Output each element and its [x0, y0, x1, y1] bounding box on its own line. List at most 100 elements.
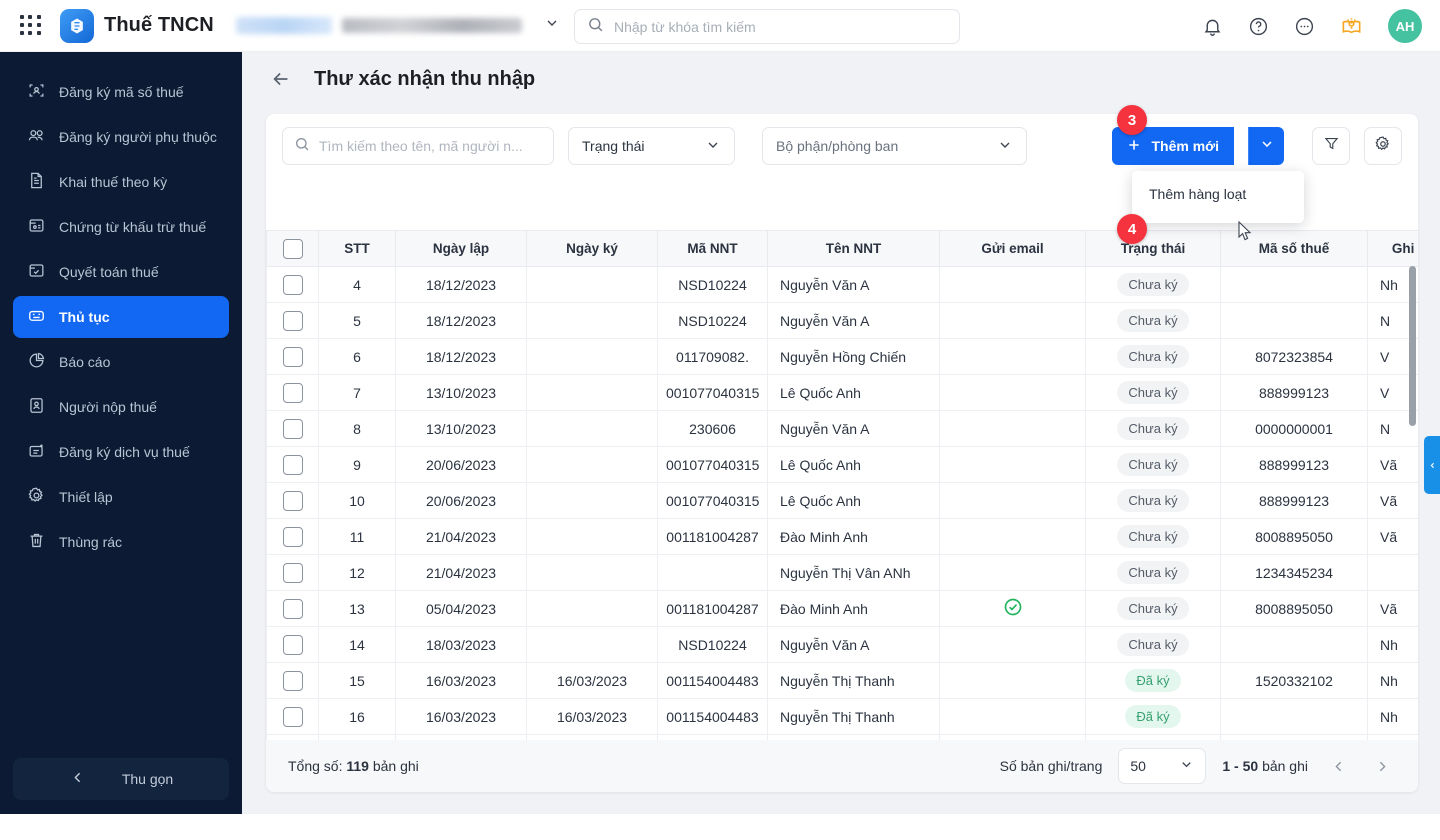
col-stt[interactable]: STT: [318, 230, 396, 267]
col-ngay-lap[interactable]: Ngày lập: [395, 230, 527, 267]
cell-ghi-chu-value: Vã: [1380, 492, 1398, 509]
row-checkbox[interactable]: [282, 490, 303, 511]
brand[interactable]: Thuế TNCN: [60, 8, 214, 43]
next-page-button[interactable]: [1368, 752, 1396, 780]
help-icon[interactable]: [1248, 16, 1269, 37]
sidebar-item-quyet-toan-thue[interactable]: Quyết toán thuế: [13, 251, 229, 293]
col-ghi-chu[interactable]: Ghi chú: [1367, 230, 1418, 267]
row-checkbox[interactable]: [282, 382, 303, 403]
cell-stt: 4: [318, 266, 396, 303]
grid-apps-icon[interactable]: [20, 14, 42, 37]
status-filter-select[interactable]: Trạng thái: [568, 127, 735, 165]
cell-ten-nnt-value: Lê Quốc Anh: [780, 492, 861, 509]
sidebar-item-nguoi-nop-thue[interactable]: Người nộp thuế: [13, 386, 229, 428]
row-checkbox[interactable]: [282, 346, 303, 367]
table-row[interactable]: 4 18/12/2023 NSD10224 Nguyễn Văn A Chưa ký Nh: [266, 266, 1418, 303]
status-badge: Chưa ký: [1117, 345, 1189, 368]
table-row[interactable]: 15 16/03/2023 16/03/2023 001154004483 Nguyễn…: [266, 662, 1418, 699]
filter-icon: [1323, 135, 1340, 157]
table-row[interactable]: 14 18/03/2023 NSD10224 Nguyễn Văn A Chưa ký N…: [266, 626, 1418, 663]
table-row[interactable]: 11 21/04/2023 001181004287 Đào Minh Anh Chưa…: [266, 518, 1418, 555]
cell-ngay-lap: 13/10/2023: [395, 410, 527, 447]
organization-selector[interactable]: [235, 15, 560, 36]
cell-ghi-chu-value: Nh: [1380, 276, 1398, 293]
table-row[interactable]: 5 18/12/2023 NSD10224 Nguyễn Văn A Chưa ký N: [266, 302, 1418, 339]
table-row[interactable]: 10 20/06/2023 001077040315 Lê Quốc Anh Chưa …: [266, 482, 1418, 519]
col-ma-nnt[interactable]: Mã NNT: [657, 230, 768, 267]
col-ngay-ky[interactable]: Ngày ký: [526, 230, 658, 267]
row-checkbox[interactable]: [282, 418, 303, 439]
row-checkbox[interactable]: [282, 670, 303, 691]
folder-doc-icon: [27, 216, 46, 238]
filter-button[interactable]: [1312, 127, 1350, 165]
col-trang-thai[interactable]: Trạng thái: [1085, 230, 1221, 267]
global-search-input[interactable]: [614, 18, 944, 35]
page-size-select[interactable]: 50: [1118, 748, 1207, 784]
table-row[interactable]: 16 16/03/2023 16/03/2023 001154004483 Nguyễn…: [266, 698, 1418, 735]
row-checkbox[interactable]: [282, 562, 303, 583]
menu-item-them-hang-loat[interactable]: Thêm hàng loạt: [1132, 179, 1304, 209]
row-checkbox[interactable]: [282, 454, 303, 475]
row-checkbox[interactable]: [282, 706, 303, 727]
cell-ten-nnt: Nguyễn Văn A: [767, 302, 940, 339]
col-gui-email[interactable]: Gửi email: [939, 230, 1086, 267]
avatar[interactable]: AH: [1388, 9, 1422, 43]
row-checkbox[interactable]: [282, 310, 303, 331]
bell-icon[interactable]: [1202, 16, 1223, 37]
prev-page-button[interactable]: [1324, 752, 1352, 780]
col-ten-nnt[interactable]: Tên NNT: [767, 230, 940, 267]
cell-stt: 5: [318, 302, 396, 339]
chat-icon[interactable]: [1294, 16, 1315, 37]
cell-ma-nnt: NSD10224: [657, 626, 768, 663]
document-icon: [27, 171, 46, 193]
chevron-down-icon[interactable]: [544, 15, 560, 36]
sidebar-item-thiet-lap[interactable]: Thiết lập: [13, 476, 229, 518]
table-row[interactable]: 13 05/04/2023 001181004287 Đào Minh Anh Chưa…: [266, 590, 1418, 627]
row-checkbox[interactable]: [282, 598, 303, 619]
table-row[interactable]: 7 13/10/2023 001077040315 Lê Quốc Anh Chưa k…: [266, 374, 1418, 411]
search-icon: [294, 136, 310, 157]
row-checkbox-cell: [266, 698, 319, 735]
sidebar-collapse-button[interactable]: Thu gọn: [13, 758, 229, 800]
select-all-checkbox[interactable]: [282, 238, 303, 259]
add-new-dropdown-menu[interactable]: Thêm hàng loạt: [1132, 171, 1304, 223]
cell-ngay-ky: [526, 518, 658, 555]
table-settings-button[interactable]: [1364, 127, 1402, 165]
status-badge: Chưa ký: [1117, 273, 1189, 296]
table-vertical-scrollbar[interactable]: [1409, 266, 1416, 426]
cell-ten-nnt-value: Nguyễn Văn A: [780, 420, 870, 437]
sidebar-item-thung-rac[interactable]: Thùng rác: [13, 521, 229, 563]
cell-gui-email: [939, 338, 1086, 375]
cell-ngay-lap: 18/12/2023: [395, 338, 527, 375]
row-checkbox[interactable]: [282, 526, 303, 547]
gear-icon: [27, 486, 46, 508]
global-search[interactable]: [574, 9, 960, 44]
table-row[interactable]: 12 21/04/2023 Nguyễn Thị Vân ANh Chưa ký 123…: [266, 554, 1418, 591]
sidebar-item-khai-thue-theo-ky[interactable]: Khai thuế theo kỳ: [13, 161, 229, 203]
guide-icon[interactable]: [1340, 15, 1363, 38]
sidebar-item-dang-ky-dich-vu-thue[interactable]: Đăng ký dịch vụ thuế: [13, 431, 229, 473]
sidebar-item-dang-ky-ma-so-thue[interactable]: Đăng ký mã số thuế: [13, 71, 229, 113]
sidebar-item-thu-tuc[interactable]: Thủ tục: [13, 296, 229, 338]
sidebar-item-dang-ky-nguoi-phu-thuoc[interactable]: Đăng ký người phụ thuộc: [13, 116, 229, 158]
status-badge: Chưa ký: [1117, 417, 1189, 440]
sidebar-item-bao-cao[interactable]: Báo cáo: [13, 341, 229, 383]
table-search[interactable]: [282, 127, 554, 165]
cell-gui-email: [939, 374, 1086, 411]
row-checkbox[interactable]: [282, 274, 303, 295]
table-row[interactable]: 6 18/12/2023 011709082. Nguyễn Hồng Chiến Ch…: [266, 338, 1418, 375]
table-search-input[interactable]: [319, 138, 534, 154]
side-panel-toggle[interactable]: [1424, 436, 1440, 494]
back-arrow-icon[interactable]: [270, 68, 292, 90]
cell-stt-value: 14: [349, 636, 365, 653]
table-row[interactable]: 9 20/06/2023 001077040315 Lê Quốc Anh Chưa k…: [266, 446, 1418, 483]
cell-trang-thai: Đã ký: [1085, 662, 1221, 699]
table-row[interactable]: 8 13/10/2023 230606 Nguyễn Văn A Chưa ký 0000…: [266, 410, 1418, 447]
cell-ngay-ky-value: 16/03/2023: [556, 672, 628, 689]
cell-ma-nnt: 001077040315: [657, 446, 768, 483]
cell-ghi-chu: Vã: [1367, 518, 1418, 555]
sidebar-item-chung-tu-khau-tru-thue[interactable]: Chứng từ khấu trừ thuế: [13, 206, 229, 248]
add-new-dropdown-toggle[interactable]: [1248, 127, 1284, 165]
row-checkbox[interactable]: [282, 634, 303, 655]
department-filter-select[interactable]: Bộ phận/phòng ban: [762, 127, 1027, 165]
